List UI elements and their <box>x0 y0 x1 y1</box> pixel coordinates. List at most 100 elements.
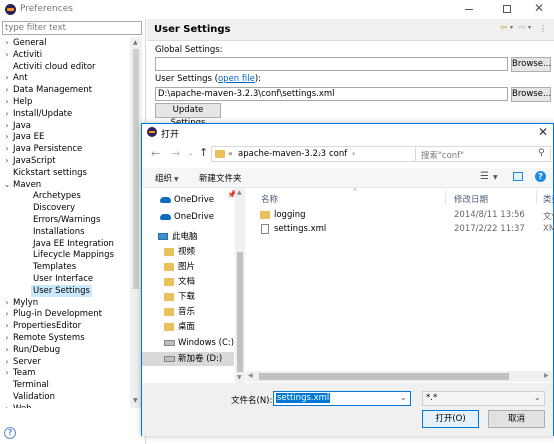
user-settings-field[interactable]: D:\apache-maven-3.2.3\conf\settings.xml <box>155 87 508 101</box>
tree-item[interactable]: Discovery <box>0 202 130 214</box>
tree-item[interactable]: › PropertiesEditor <box>0 320 130 332</box>
forward-arrow-icon[interactable]: ⇨ <box>518 23 526 33</box>
expanded-arrow-icon[interactable]: ⌄ <box>3 179 11 191</box>
user-browse-button[interactable]: Browse... <box>511 87 551 102</box>
collapsed-arrow-icon[interactable]: › <box>3 84 11 96</box>
column-divider[interactable] <box>536 190 537 204</box>
nav-item[interactable]: Windows (C:) <box>142 336 234 350</box>
scroll-down-icon[interactable]: ▼ <box>133 397 138 404</box>
tree-item[interactable]: › Install/Update <box>0 108 130 120</box>
scroll-thumb[interactable] <box>259 373 509 380</box>
tree-item[interactable]: › Remote Systems <box>0 332 130 344</box>
tree-item[interactable]: › Data Management <box>0 84 130 96</box>
tree-item[interactable]: Terminal <box>0 379 130 391</box>
scroll-up-icon[interactable]: ▲ <box>133 39 138 46</box>
collapsed-arrow-icon[interactable]: › <box>3 143 11 155</box>
breadcrumb-item[interactable]: conf <box>329 149 347 159</box>
file-row[interactable]: settings.xml 2017/2/22 11:37 XM <box>246 222 554 236</box>
maximize-icon[interactable] <box>500 2 514 16</box>
collapsed-arrow-icon[interactable]: › <box>3 332 11 344</box>
file-row[interactable]: logging 2014/8/11 13:56 文件 <box>246 208 554 222</box>
tree-item[interactable]: Validation <box>0 391 130 403</box>
collapsed-arrow-icon[interactable]: › <box>3 403 11 408</box>
file-hscrollbar[interactable]: ◀ ▶ <box>246 371 553 382</box>
nav-item[interactable]: 桌面 <box>142 320 234 334</box>
nav-item[interactable]: 此电脑 <box>142 230 234 244</box>
collapsed-arrow-icon[interactable]: › <box>3 72 11 84</box>
collapsed-arrow-icon[interactable]: › <box>3 344 11 356</box>
tree-item[interactable]: ›Web <box>0 403 130 408</box>
tree-item[interactable]: › Ant <box>0 72 130 84</box>
tree-item[interactable]: ⌄ Maven <box>0 179 130 191</box>
collapsed-arrow-icon[interactable]: › <box>3 108 11 120</box>
forward-arrow-icon[interactable]: → <box>171 147 180 160</box>
open-button[interactable]: 打开(O) <box>422 410 479 428</box>
update-settings-button[interactable]: Update Settings <box>155 103 221 128</box>
scroll-down-icon[interactable]: ▼ <box>237 374 242 381</box>
organize-button[interactable]: 组织 ▼ <box>155 172 179 184</box>
open-file-link[interactable]: open file <box>218 74 255 84</box>
collapsed-arrow-icon[interactable]: › <box>3 356 11 368</box>
scroll-right-icon[interactable]: ▶ <box>544 372 549 379</box>
column-divider[interactable] <box>445 190 446 204</box>
filetype-dropdown-icon[interactable]: ⌄ <box>534 393 541 402</box>
collapsed-arrow-icon[interactable]: › <box>3 120 11 132</box>
filter-input[interactable]: type filter text <box>2 21 142 35</box>
tree-item[interactable]: Activiti cloud editor <box>0 61 130 73</box>
tree-item[interactable]: › Mylyn <box>0 297 130 309</box>
preview-pane-icon[interactable] <box>513 172 523 181</box>
nav-item[interactable]: 下载 <box>142 290 234 304</box>
filename-input[interactable]: settings.xml ⌄ <box>273 391 411 406</box>
close-icon[interactable]: ✕ <box>534 1 544 15</box>
help-icon[interactable]: ? <box>4 427 16 439</box>
tree-item[interactable]: › Java EE <box>0 131 130 143</box>
tree-item[interactable]: › Java <box>0 120 130 132</box>
tree-item[interactable]: User Interface <box>0 273 130 285</box>
tree-item[interactable]: Archetypes <box>0 190 130 202</box>
dialog-close-icon[interactable]: ✕ <box>538 125 548 139</box>
collapsed-arrow-icon[interactable]: › <box>3 320 11 332</box>
collapsed-arrow-icon[interactable]: › <box>3 49 11 61</box>
tree-item[interactable]: Installations <box>0 226 130 238</box>
collapsed-arrow-icon[interactable]: › <box>3 308 11 320</box>
tree-item[interactable]: Lifecycle Mappings <box>0 249 130 261</box>
column-date[interactable]: 修改日期 <box>454 193 488 205</box>
tree-item[interactable]: › Java Persistence <box>0 143 130 155</box>
nav-item[interactable]: OneDrive <box>142 210 234 224</box>
tree-item[interactable]: › Activiti <box>0 49 130 61</box>
up-arrow-icon[interactable]: ↑ <box>199 146 208 159</box>
back-arrow-icon[interactable]: ⇦ <box>500 23 508 33</box>
help-icon[interactable]: ? <box>535 171 546 182</box>
tree-item[interactable]: › General <box>0 37 130 49</box>
breadcrumb-chevron-icon[interactable]: › <box>318 149 321 158</box>
cancel-button[interactable]: 取消 <box>488 410 545 428</box>
collapsed-arrow-icon[interactable]: › <box>3 297 11 309</box>
nav-item[interactable]: 图片 <box>142 260 234 274</box>
filetype-select[interactable]: *.* ⌄ <box>422 391 545 406</box>
tree-item[interactable]: Java EE Integration <box>0 238 130 250</box>
view-menu-icon[interactable]: ⋮ <box>539 24 547 33</box>
back-arrow-icon[interactable]: ← <box>151 147 160 160</box>
back-menu-icon[interactable]: ▾ <box>510 24 513 31</box>
column-name[interactable]: 名称 <box>261 193 278 205</box>
view-dropdown-icon[interactable]: ▼ <box>493 174 498 181</box>
global-settings-field[interactable] <box>155 57 508 71</box>
scroll-up-icon[interactable]: ▲ <box>237 189 242 196</box>
nav-item[interactable]: OneDrive <box>142 193 234 207</box>
breadcrumb-chevron-icon[interactable]: › <box>352 149 355 158</box>
forward-menu-icon[interactable]: ▾ <box>528 24 531 31</box>
view-options-icon[interactable]: ☰ <box>480 171 489 182</box>
nav-item[interactable]: 新加卷 (D:) <box>142 352 234 366</box>
collapsed-arrow-icon[interactable]: › <box>3 37 11 49</box>
tree-item[interactable]: › Server <box>0 356 130 368</box>
tree-item[interactable]: › Help <box>0 96 130 108</box>
tree-item[interactable]: › Team <box>0 367 130 379</box>
collapsed-arrow-icon[interactable]: › <box>3 131 11 143</box>
tree-item[interactable]: › Run/Debug <box>0 344 130 356</box>
tree-item[interactable]: Kickstart settings <box>0 167 130 179</box>
tree-item[interactable]: › Plug-in Development <box>0 308 130 320</box>
new-folder-button[interactable]: 新建文件夹 <box>199 172 242 184</box>
nav-item[interactable]: 音乐 <box>142 305 234 319</box>
scroll-thumb[interactable] <box>237 252 243 372</box>
tree-item[interactable]: Errors/Warnings <box>0 214 130 226</box>
